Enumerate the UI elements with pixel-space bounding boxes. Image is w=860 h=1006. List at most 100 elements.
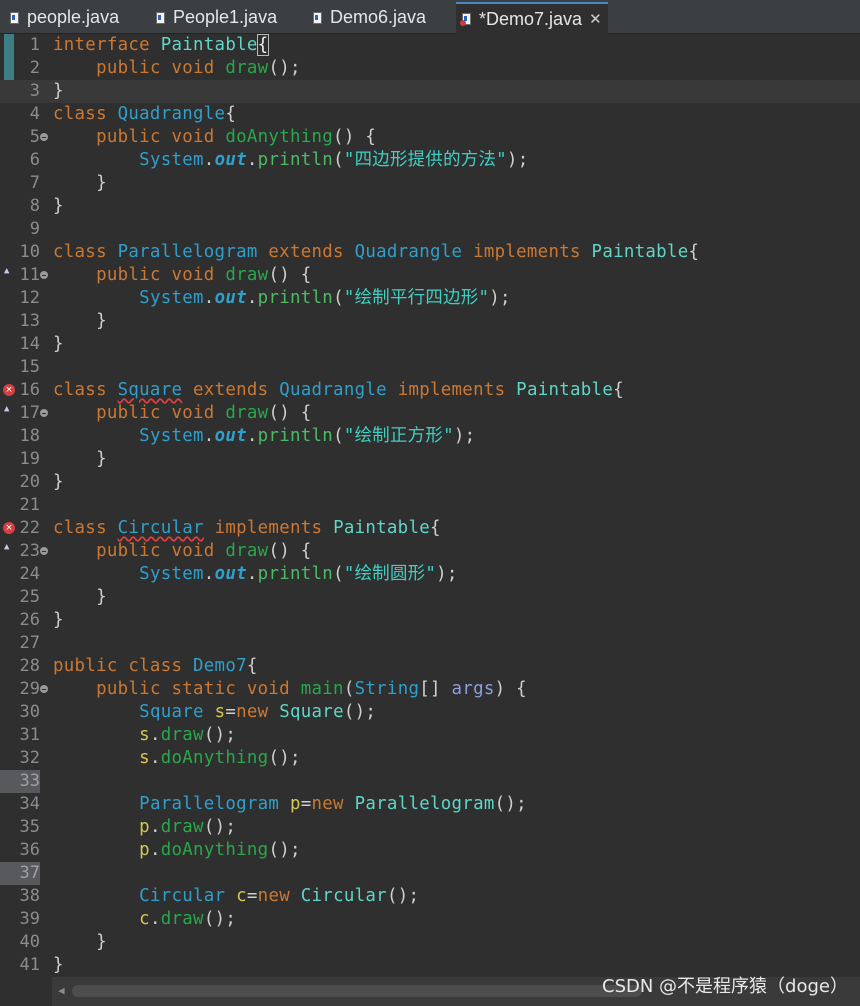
scrollbar-thumb[interactable] bbox=[72, 985, 642, 997]
code-line[interactable]: 6 System.out.println("四边形提供的方法"); bbox=[0, 149, 860, 172]
code-line[interactable]: 37 bbox=[0, 862, 860, 885]
fold-toggle-icon[interactable] bbox=[40, 547, 48, 555]
fold-toggle-icon[interactable] bbox=[40, 685, 48, 693]
code-line[interactable]: 10 class Parallelogram extends Quadrangle… bbox=[0, 241, 860, 264]
tab-people-java[interactable]: people.java bbox=[4, 2, 125, 33]
code-token: doAnything bbox=[225, 127, 334, 147]
code-line[interactable]: 19 } bbox=[0, 448, 860, 471]
code-token: implements bbox=[214, 518, 334, 538]
code-line[interactable]: 17 ▲ public void draw() { bbox=[0, 402, 860, 425]
code-line[interactable]: 29 public static void main(String[] args… bbox=[0, 678, 860, 701]
code-token: () { bbox=[268, 541, 312, 561]
code-line[interactable]: 27 bbox=[0, 632, 860, 655]
tab-demo6-java[interactable]: Demo6.java bbox=[307, 2, 432, 33]
code-token: Quadrangle bbox=[279, 380, 398, 400]
code-token: . bbox=[203, 426, 215, 446]
tab-label: Demo6.java bbox=[330, 7, 427, 27]
code-token: ( bbox=[333, 426, 344, 446]
close-icon[interactable]: ✕ bbox=[589, 10, 602, 28]
code-text: c.draw(); bbox=[53, 908, 236, 931]
code-token: System bbox=[139, 426, 204, 446]
code-line[interactable]: 38 Circular c=new Circular(); bbox=[0, 885, 860, 908]
code-line[interactable]: 13 } bbox=[0, 310, 860, 333]
code-line[interactable]: 23 ▲ public void draw() { bbox=[0, 540, 860, 563]
tab-demo7-java[interactable]: *Demo7.java ✕ bbox=[456, 2, 608, 34]
line-number: 10 bbox=[19, 242, 40, 262]
code-line[interactable]: 25 } bbox=[0, 586, 860, 609]
code-line[interactable]: 22 × class Circular implements Paintable{ bbox=[0, 517, 860, 540]
code-line[interactable]: 34 Parallelogram p=new Parallelogram(); bbox=[0, 793, 860, 816]
code-line[interactable]: 5 public void doAnything() { bbox=[0, 126, 860, 149]
code-line[interactable]: 32 s.doAnything(); bbox=[0, 747, 860, 770]
error-icon[interactable]: × bbox=[3, 522, 15, 534]
line-number: 3 bbox=[29, 81, 40, 101]
code-token: new bbox=[236, 702, 280, 722]
code-token: Paintable bbox=[333, 518, 430, 538]
code-token: doAnything bbox=[160, 840, 269, 860]
code-line[interactable]: 9 bbox=[0, 218, 860, 241]
code-token: public bbox=[96, 127, 172, 147]
implements-marker-icon[interactable]: ▲ bbox=[4, 266, 9, 276]
code-line[interactable]: 14} bbox=[0, 333, 860, 356]
tab-people1-java[interactable]: People1.java bbox=[150, 2, 283, 33]
implements-marker-icon[interactable]: ▲ bbox=[4, 404, 9, 414]
code-line[interactable]: 8} bbox=[0, 195, 860, 218]
code-text: } bbox=[53, 195, 64, 218]
code-line[interactable]: 40 } bbox=[0, 931, 860, 954]
code-line[interactable]: 26} bbox=[0, 609, 860, 632]
code-line[interactable]: 11 ▲ public void draw() { bbox=[0, 264, 860, 287]
code-line[interactable]: 35 p.draw(); bbox=[0, 816, 860, 839]
line-number: 20 bbox=[19, 472, 40, 492]
code-text: } bbox=[53, 609, 64, 632]
code-line[interactable]: 36 p.doAnything(); bbox=[0, 839, 860, 862]
code-text: } bbox=[53, 80, 64, 103]
code-token: ); bbox=[506, 150, 529, 170]
code-line[interactable]: 1 interface Paintable{ bbox=[0, 34, 860, 57]
code-text: Circular c=new Circular(); bbox=[53, 885, 419, 908]
code-line[interactable]: 20} bbox=[0, 471, 860, 494]
code-token: s bbox=[214, 702, 226, 722]
code-line[interactable]: 33 bbox=[0, 770, 860, 793]
code-token: static bbox=[171, 679, 247, 699]
code-line[interactable]: 24 System.out.println("绘制圆形"); bbox=[0, 563, 860, 586]
error-icon[interactable]: × bbox=[3, 384, 15, 396]
code-line[interactable]: 12 System.out.println("绘制平行四边形"); bbox=[0, 287, 860, 310]
scroll-left-arrow-icon[interactable]: ◀ bbox=[58, 984, 65, 997]
code-line[interactable]: 18 System.out.println("绘制正方形"); bbox=[0, 425, 860, 448]
code-line[interactable]: 31 s.draw(); bbox=[0, 724, 860, 747]
code-line[interactable]: 21 bbox=[0, 494, 860, 517]
implements-marker-icon[interactable]: ▲ bbox=[4, 542, 9, 552]
line-number: 33 bbox=[0, 770, 40, 793]
code-text: p.draw(); bbox=[53, 816, 236, 839]
code-line[interactable]: 15 bbox=[0, 356, 860, 379]
fold-toggle-icon[interactable] bbox=[40, 409, 48, 417]
code-line[interactable]: 16 × class Square extends Quadrangle imple… bbox=[0, 379, 860, 402]
code-token: } bbox=[53, 311, 107, 331]
code-line[interactable]: 4 class Quadrangle{ bbox=[0, 103, 860, 126]
code-token: println bbox=[257, 150, 334, 170]
java-file-icon bbox=[156, 11, 165, 24]
code-token: . bbox=[149, 840, 161, 860]
code-text: interface Paintable{ bbox=[53, 34, 270, 57]
code-line[interactable]: 30 Square s=new Square(); bbox=[0, 701, 860, 724]
code-area[interactable]: 1 interface Paintable{2 public void draw(… bbox=[0, 34, 860, 976]
code-text: s.doAnything(); bbox=[53, 747, 301, 770]
code-line[interactable]: 3} bbox=[0, 80, 860, 103]
code-token: args bbox=[451, 679, 495, 699]
fold-toggle-icon[interactable] bbox=[40, 133, 48, 141]
code-token: ); bbox=[489, 288, 511, 308]
code-line[interactable]: 28 public class Demo7{ bbox=[0, 655, 860, 678]
line-number: 7 bbox=[29, 173, 40, 193]
java-file-error-icon bbox=[460, 13, 471, 26]
code-line[interactable]: 7 } bbox=[0, 172, 860, 195]
fold-toggle-icon[interactable] bbox=[40, 271, 48, 279]
code-line[interactable]: 2 public void draw(); bbox=[0, 57, 860, 80]
code-token: Paintable bbox=[591, 242, 689, 262]
code-line[interactable]: 39 c.draw(); bbox=[0, 908, 860, 931]
